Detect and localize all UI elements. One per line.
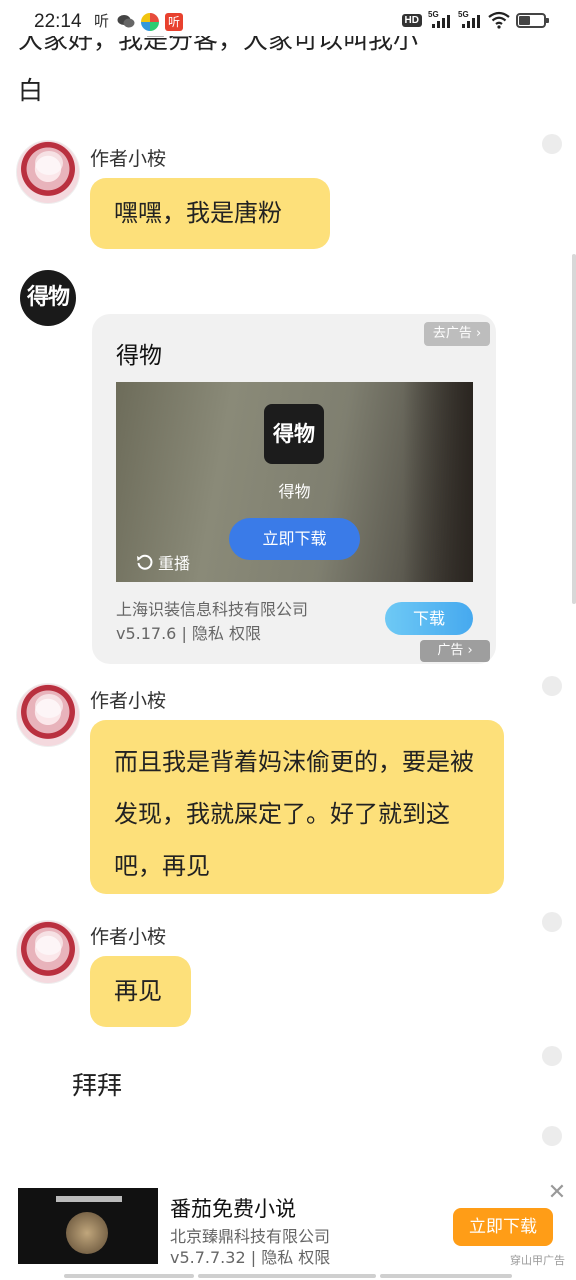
remove-ad-button[interactable]: 去广告 › — [424, 322, 490, 346]
message-comment-dot[interactable] — [542, 1126, 562, 1146]
hd-badge: HD — [401, 13, 422, 27]
red-app-icon: 听 — [165, 12, 183, 31]
ad-version-privacy[interactable]: v5.17.6 | 隐私 权限 — [116, 620, 261, 644]
status-right: HD 5G 5G — [401, 10, 549, 30]
video-download-button[interactable]: 立即下载 — [229, 518, 360, 560]
browser-app-icon — [141, 12, 159, 31]
status-time: 22:14 — [34, 11, 82, 32]
message-comment-dot[interactable] — [542, 134, 562, 154]
author-avatar[interactable] — [16, 683, 80, 747]
message-comment-dot[interactable] — [542, 676, 562, 696]
status-app-icons: 听 听 — [92, 12, 183, 31]
author-name: 作者小桉 — [90, 148, 167, 170]
bottom-banner-ad[interactable]: 番茄免费小说 北京臻鼎科技有限公司 v5.7.7.32 | 隐私 权限 ✕ 立即… — [0, 1180, 576, 1280]
video-app-name: 得物 — [278, 482, 311, 501]
ad-title: 得物 — [116, 343, 162, 369]
gesture-bar-segment — [64, 1274, 194, 1278]
replay-label: 重播 — [158, 554, 191, 573]
banner-ad-version-privacy[interactable]: v5.7.7.32 | 隐私 权限 — [170, 1244, 330, 1268]
scrollbar[interactable] — [572, 254, 576, 604]
ad-video[interactable]: 得物 得物 立即下载 重播 — [116, 382, 473, 582]
author-avatar[interactable] — [16, 140, 80, 204]
author-avatar[interactable] — [16, 920, 80, 984]
signal-2-icon: 5G — [458, 10, 482, 30]
previous-message-end: 白 — [18, 76, 44, 105]
listen-app-icon: 听 — [93, 12, 109, 30]
message-bubble: 嘿嘿，我是唐粉 — [90, 178, 330, 249]
author-name: 作者小桉 — [90, 926, 167, 948]
video-app-logo: 得物 — [264, 404, 324, 464]
message-bubble: 再见 — [90, 956, 191, 1027]
banner-ad-thumbnail[interactable] — [18, 1188, 158, 1264]
chat-app-icon — [117, 15, 135, 28]
ad-badge[interactable]: 广告 › — [420, 640, 490, 662]
plain-message: 拜拜 — [72, 1071, 123, 1100]
ad-card[interactable]: 得物 去广告 › 得物 得物 立即下载 重播 上海识装信息科技有限公司 v5.1… — [92, 314, 496, 664]
message-bubble: 而且我是背着妈沫偷更的，要是被发现，我就屎定了。好了就到这吧，再见 — [90, 720, 504, 894]
ad-download-button[interactable]: 下载 — [385, 602, 473, 635]
ad-company: 上海识装信息科技有限公司 — [116, 600, 309, 619]
wifi-icon — [488, 11, 510, 29]
replay-button[interactable]: 重播 — [136, 550, 190, 574]
banner-download-button[interactable]: 立即下载 — [453, 1208, 553, 1246]
banner-ad-title: 番茄免费小说 — [170, 1197, 296, 1221]
replay-icon — [137, 554, 153, 570]
battery-icon — [516, 12, 549, 28]
banner-ad-source: 穿山甲广告 — [510, 1254, 565, 1267]
message-comment-dot[interactable] — [542, 1046, 562, 1066]
close-icon[interactable]: ✕ — [546, 1182, 568, 1204]
author-name: 作者小桉 — [90, 690, 167, 712]
ad-app-logo[interactable]: 得物 — [20, 270, 76, 326]
message-comment-dot[interactable] — [542, 912, 562, 932]
signal-1-icon: 5G — [428, 10, 452, 30]
gesture-bar-segment — [380, 1274, 512, 1278]
gesture-bar-segment — [198, 1274, 376, 1278]
